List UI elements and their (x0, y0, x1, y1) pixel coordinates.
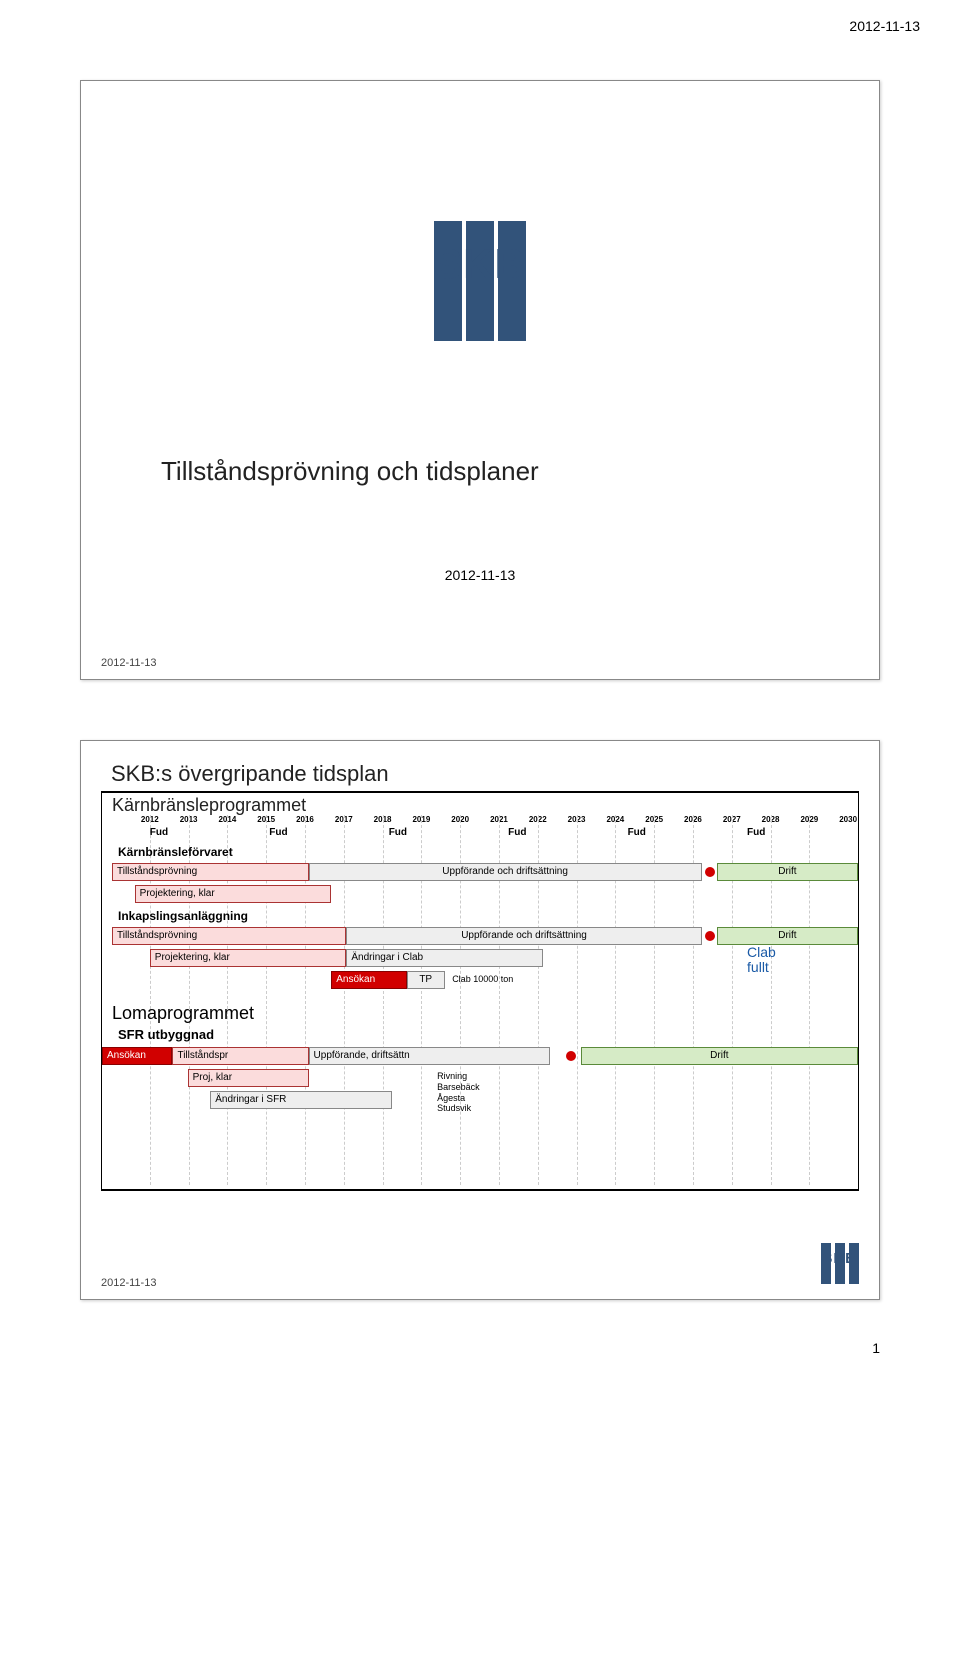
bar-kf-drift: Drift (717, 863, 858, 881)
small-logo: SKB (820, 1243, 859, 1289)
slide2-footer: 2012-11-13 (101, 1277, 156, 1289)
bar-clab-tp: TP (407, 971, 445, 989)
milestone-sfr (566, 1051, 576, 1061)
page: 2012-11-13 SKB Tillståndsprövning och ti… (0, 0, 960, 1396)
fud-2025: Fud (628, 827, 646, 838)
slide1-footer: 2012-11-13 (101, 657, 156, 669)
section1-label: Kärnbränsleprogrammet (112, 795, 306, 816)
fud-2016: Fud (269, 827, 287, 838)
fud-2019: Fud (389, 827, 407, 838)
slide2-title: SKB:s övergripande tidsplan (111, 761, 859, 787)
bar-ink-drift: Drift (717, 927, 858, 945)
slide1-title: Tillståndsprövning och tidsplaner (121, 456, 839, 487)
logo-text: SKB (432, 243, 528, 285)
fud-2022: Fud (508, 827, 526, 838)
bar-ink-uppf: Uppförande och driftsättning (346, 927, 701, 945)
slide-timeline: SKB:s övergripande tidsplan Kärnbränslep… (80, 740, 880, 1300)
year-2030: 2030 (829, 815, 867, 824)
bar-sfr-ansokan: Ansökan (102, 1047, 172, 1065)
slide1-date: 2012-11-13 (121, 567, 839, 583)
logo-bars-bottom (432, 281, 528, 341)
bar-ink-proj: Projektering, klar (150, 949, 347, 967)
bar-kf-tp: Tillståndsprövning (112, 863, 309, 881)
clab-10000: Clab 10000 ton (452, 974, 513, 984)
fud-2028: Fud (747, 827, 765, 838)
bar-clab-ansokan: Ansökan (331, 971, 407, 989)
rivning-note: Rivning Barsebäck Ågesta Studsvik (437, 1071, 480, 1114)
bar-sfr-drift: Drift (581, 1047, 858, 1065)
slide-title: SKB Tillståndsprövning och tidsplaner 20… (80, 80, 880, 680)
bar-sfr-tp: Tillståndspr (172, 1047, 308, 1065)
bar-sfr-proj: Proj, klar (188, 1069, 309, 1087)
bar-kf-uppf: Uppförande och driftsättning (309, 863, 702, 881)
page-header-date: 2012-11-13 (849, 18, 920, 34)
logo: SKB (121, 221, 839, 346)
sub1-label: Kärnbränsleförvaret (118, 845, 233, 859)
bar-andr-clab: Ändringar i Clab (346, 949, 543, 967)
bar-kf-proj: Projektering, klar (135, 885, 332, 903)
gantt-chart: Kärnbränsleprogrammet 2012 2013 2014 201… (101, 791, 859, 1191)
clab-fullt: Clab fullt (747, 945, 807, 976)
page-number: 1 (40, 1340, 880, 1356)
bar-ink-tp: Tillståndsprövning (112, 927, 346, 945)
section2-label: Lomaprogrammet (112, 1003, 254, 1024)
sub3-label: SFR utbyggnad (118, 1027, 214, 1042)
fud-2013: Fud (150, 827, 168, 838)
sub2-label: Inkapslingsanläggning (118, 909, 248, 923)
bar-andr-sfr: Ändringar i SFR (210, 1091, 391, 1109)
bar-sfr-uppf: Uppförande, driftsättn (309, 1047, 551, 1065)
